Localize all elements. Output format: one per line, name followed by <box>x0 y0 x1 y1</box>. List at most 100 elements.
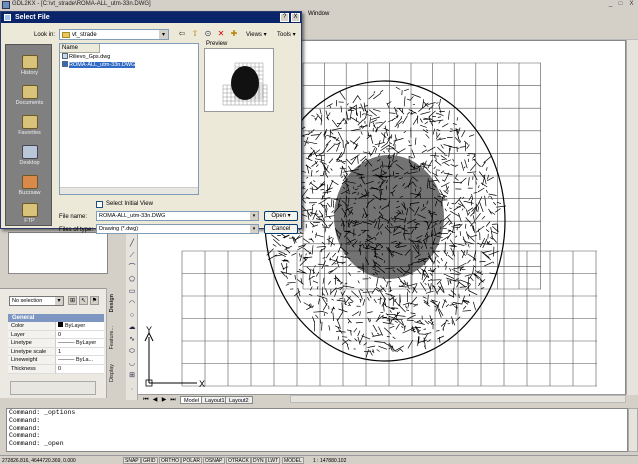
snap-toggle[interactable]: SNAP <box>123 457 141 464</box>
ellipse-tool-icon[interactable]: ⬭ <box>128 348 136 356</box>
property-row[interactable]: Lineweight ——— ByLa... <box>8 356 104 365</box>
main-toolbar <box>300 20 638 40</box>
up-folder-icon[interactable]: ⇧ <box>190 29 200 39</box>
property-value: ——— ByLa... <box>58 357 94 364</box>
place-buzzsaw[interactable]: Buzzsaw <box>6 175 53 196</box>
prev-tab-icon[interactable]: ◀ <box>151 396 159 404</box>
property-row[interactable]: Thickness 0 <box>8 364 104 374</box>
preview-label: Preview <box>206 41 228 47</box>
file-name-label: File name: <box>59 214 88 220</box>
command-line[interactable]: Command: _options Command: Command: Comm… <box>6 408 628 452</box>
new-folder-icon[interactable]: ✚ <box>229 29 239 39</box>
buzzsaw-icon <box>21 175 38 189</box>
lwt-toggle[interactable]: LWT <box>266 457 281 464</box>
close-dialog-button[interactable]: X <box>291 13 300 22</box>
place-desktop[interactable]: Desktop <box>6 145 53 166</box>
file-item[interactable]: Rilievo_Gps.dwg <box>60 53 198 61</box>
views-button[interactable]: Views ▾ <box>246 31 267 38</box>
property-row[interactable]: Layer 0 <box>8 330 104 340</box>
grid-toggle[interactable]: GRID <box>141 457 158 464</box>
next-tab-icon[interactable]: ▶ <box>160 396 168 404</box>
selection-dropdown[interactable]: No selection ▾ <box>9 296 64 306</box>
place-favorites[interactable]: Favorites <box>6 115 53 136</box>
look-in-dropdown[interactable]: vt_strade ▾ <box>59 29 169 40</box>
file-list-scrollbar[interactable] <box>60 187 198 194</box>
menu-window[interactable]: Window <box>308 11 329 17</box>
property-value: ByLayer <box>56 322 104 330</box>
place-history[interactable]: History <box>6 55 53 76</box>
polygon-tool-icon[interactable]: ⬠ <box>128 276 136 284</box>
ortho-toggle[interactable]: ORTHO <box>159 457 181 464</box>
search-web-icon[interactable]: ⊙ <box>203 29 213 39</box>
place-documents[interactable]: Documents <box>6 85 53 106</box>
vertical-scrollbar[interactable] <box>626 40 638 395</box>
select-initial-view-checkbox[interactable] <box>96 201 103 208</box>
select-objects-icon[interactable]: ↖ <box>79 296 88 305</box>
point-tool-icon[interactable]: · <box>128 386 136 394</box>
file-item-selected[interactable]: ROMA-ALL_utm-33n.DWG <box>60 61 198 69</box>
properties-table: General Color ByLayer Layer 0 Linetype ——— … <box>8 314 104 374</box>
tab-design[interactable]: Design <box>109 294 115 312</box>
place-ftp[interactable]: FTP <box>6 203 53 224</box>
chevron-down-icon: ▾ <box>250 212 258 220</box>
tab-display[interactable]: Display <box>109 364 115 382</box>
rectangle-tool-icon[interactable]: ▭ <box>128 288 136 296</box>
open-button[interactable]: Open ▾ <box>264 211 298 221</box>
file-name-field[interactable]: ROMA-ALL_utm-33n.DWG ▾ <box>96 211 259 221</box>
property-value: 1 <box>58 348 62 355</box>
polar-toggle[interactable]: POLAR <box>181 457 202 464</box>
cancel-button[interactable]: Cancel <box>264 224 298 234</box>
delete-icon[interactable]: ✕ <box>216 29 226 39</box>
command-scrollbar[interactable] <box>628 408 638 452</box>
tools-button[interactable]: Tools ▾ <box>277 31 296 38</box>
status-bar: 272826.816, 4644720.369, 0.000 SNAP GRID… <box>0 455 638 464</box>
last-tab-icon[interactable]: ⏭ <box>169 396 177 404</box>
minimize-button[interactable]: _ <box>606 1 615 9</box>
app-icon <box>2 1 10 9</box>
maximize-button[interactable]: □ <box>616 1 625 9</box>
tab-layout2[interactable]: Layout2 <box>225 396 253 404</box>
otrack-toggle[interactable]: OTRACK <box>226 457 251 464</box>
tab-model[interactable]: Model <box>180 396 203 404</box>
properties-info-box <box>10 381 96 395</box>
toggle-pickadd-icon[interactable]: ⊞ <box>68 296 77 305</box>
property-row[interactable]: Linetype ——— ByLayer <box>8 339 104 348</box>
command-history-line: Command: _open <box>9 440 64 448</box>
horizontal-scrollbar[interactable] <box>290 395 626 403</box>
spline-tool-icon[interactable]: ∿ <box>128 336 136 344</box>
file-list[interactable]: Name Rilievo_Gps.dwg ROMA-ALL_utm-33n.DW… <box>59 43 199 195</box>
dyn-toggle[interactable]: DYN <box>251 457 266 464</box>
files-of-type-value: Drawing (*.dwg) <box>99 226 139 232</box>
close-app-button[interactable]: X <box>627 1 636 9</box>
tab-feature[interactable]: Feature... <box>109 326 115 350</box>
property-key: Lineweight <box>8 356 56 364</box>
property-value: ——— ByLayer <box>58 340 97 347</box>
properties-side-tabs: Design Feature... Display <box>106 288 120 398</box>
back-icon[interactable]: ⇦ <box>177 29 187 39</box>
first-tab-icon[interactable]: ⏮ <box>142 396 150 404</box>
command-history-line: Command: _options <box>9 409 76 416</box>
preview-box <box>204 48 274 112</box>
help-button[interactable]: ? <box>280 13 289 22</box>
circle-tool-icon[interactable]: ○ <box>128 312 136 320</box>
polyline-tool-icon[interactable]: ⌒ <box>128 264 136 272</box>
app-titlebar: GDL2KX - [C:\vt_strade\ROMA-ALL_utm-33n.… <box>0 0 638 10</box>
quick-select-icon[interactable]: ⚑ <box>90 296 99 305</box>
ucs-y-label: Y <box>146 325 152 335</box>
property-row[interactable]: Color ByLayer <box>8 322 104 331</box>
property-row[interactable]: Linetype scale 1 <box>8 347 104 357</box>
section-general[interactable]: General <box>8 314 104 322</box>
cloud-tool-icon[interactable]: ☁ <box>128 324 136 332</box>
line-tool-icon[interactable]: ╱ <box>128 240 136 248</box>
files-of-type-dropdown[interactable]: Drawing (*.dwg) ▾ <box>96 224 259 234</box>
osnap-toggle[interactable]: OSNAP <box>203 457 225 464</box>
coordinate-readout: 272826.816, 4644720.369, 0.000 <box>2 458 76 464</box>
tool-palette-panel <box>8 232 108 274</box>
arc-tool-icon[interactable]: ◠ <box>128 300 136 308</box>
ray-tool-icon[interactable]: ⟋ <box>128 252 136 260</box>
model-toggle[interactable]: MODEL <box>282 457 304 464</box>
ellipse-arc-tool-icon[interactable]: ◡ <box>128 360 136 368</box>
column-header-name[interactable]: Name <box>60 44 100 53</box>
files-of-type-label: Files of type: <box>59 227 94 233</box>
insert-block-icon[interactable]: ⊞ <box>128 372 136 380</box>
